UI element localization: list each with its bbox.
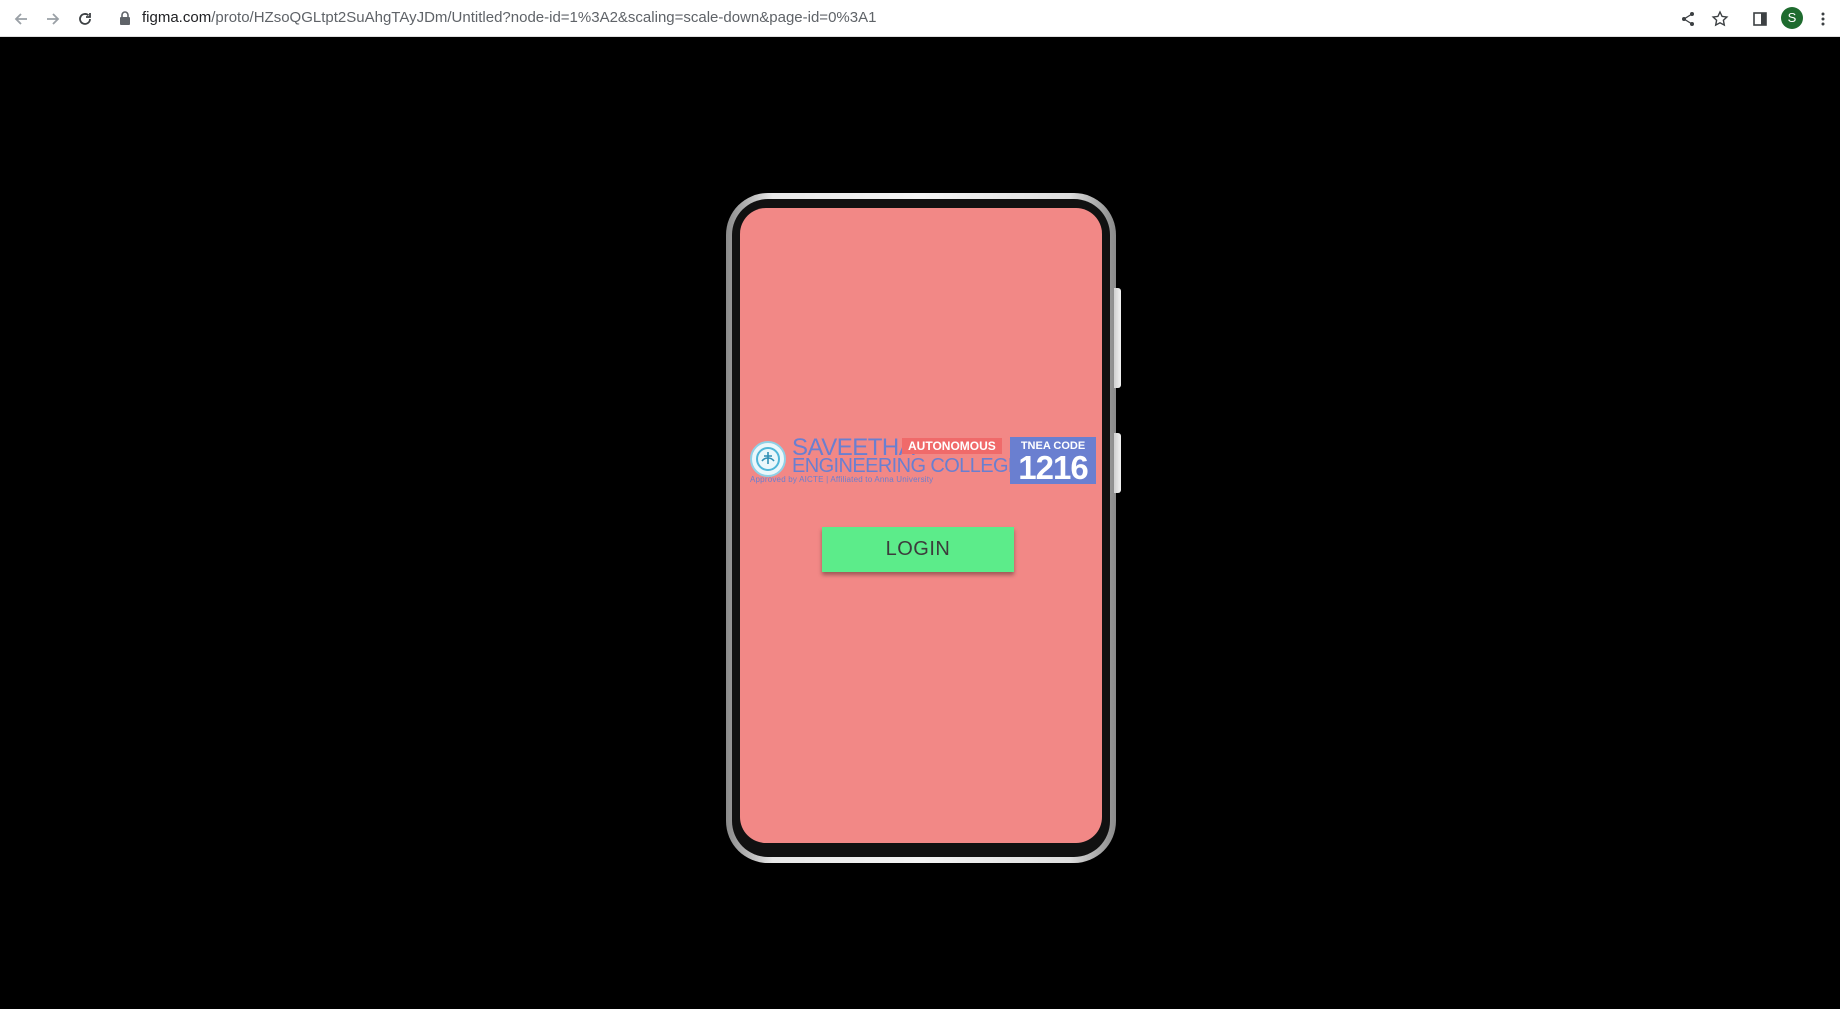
tnea-code-box: TNEA CODE 1216: [1010, 437, 1096, 484]
address-bar[interactable]: figma.com/proto/HZsoQGLtpt2SuAhgTAyJDm/U…: [142, 9, 876, 26]
tnea-code: 1216: [1018, 449, 1088, 486]
share-icon[interactable]: [1675, 6, 1701, 32]
approval-text: Approved by AICTE | Affiliated to Anna U…: [750, 475, 934, 484]
forward-icon[interactable]: [40, 6, 66, 32]
autonomous-badge: AUTONOMOUS: [902, 438, 1002, 454]
login-button[interactable]: LOGIN: [822, 527, 1014, 572]
url-host: figma.com: [142, 9, 212, 26]
side-panel-icon[interactable]: [1747, 6, 1773, 32]
college-emblem-icon: [750, 441, 786, 477]
lock-icon[interactable]: [118, 10, 132, 26]
volume-button: [1114, 288, 1121, 388]
phone-bezel: SAVEETHA AUTONOMOUS ENGINEERING COLLEGE …: [732, 199, 1110, 857]
url-path: /proto/HZsoQGLtpt2SuAhgTAyJDm/Untitled?n…: [211, 9, 877, 26]
reload-icon[interactable]: [72, 6, 98, 32]
menu-icon[interactable]: [1810, 6, 1836, 32]
college-logo: SAVEETHA AUTONOMOUS ENGINEERING COLLEGE …: [750, 436, 1102, 487]
power-button: [1114, 433, 1121, 493]
profile-avatar[interactable]: S: [1781, 7, 1803, 29]
college-subtitle: ENGINEERING COLLEGE: [792, 455, 1021, 477]
back-icon[interactable]: [8, 6, 34, 32]
app-screen: SAVEETHA AUTONOMOUS ENGINEERING COLLEGE …: [740, 208, 1102, 843]
phone-frame: SAVEETHA AUTONOMOUS ENGINEERING COLLEGE …: [726, 193, 1121, 863]
prototype-viewport: SAVEETHA AUTONOMOUS ENGINEERING COLLEGE …: [0, 37, 1840, 1009]
star-icon[interactable]: [1707, 6, 1733, 32]
browser-toolbar: figma.com/proto/HZsoQGLtpt2SuAhgTAyJDm/U…: [0, 0, 1840, 37]
